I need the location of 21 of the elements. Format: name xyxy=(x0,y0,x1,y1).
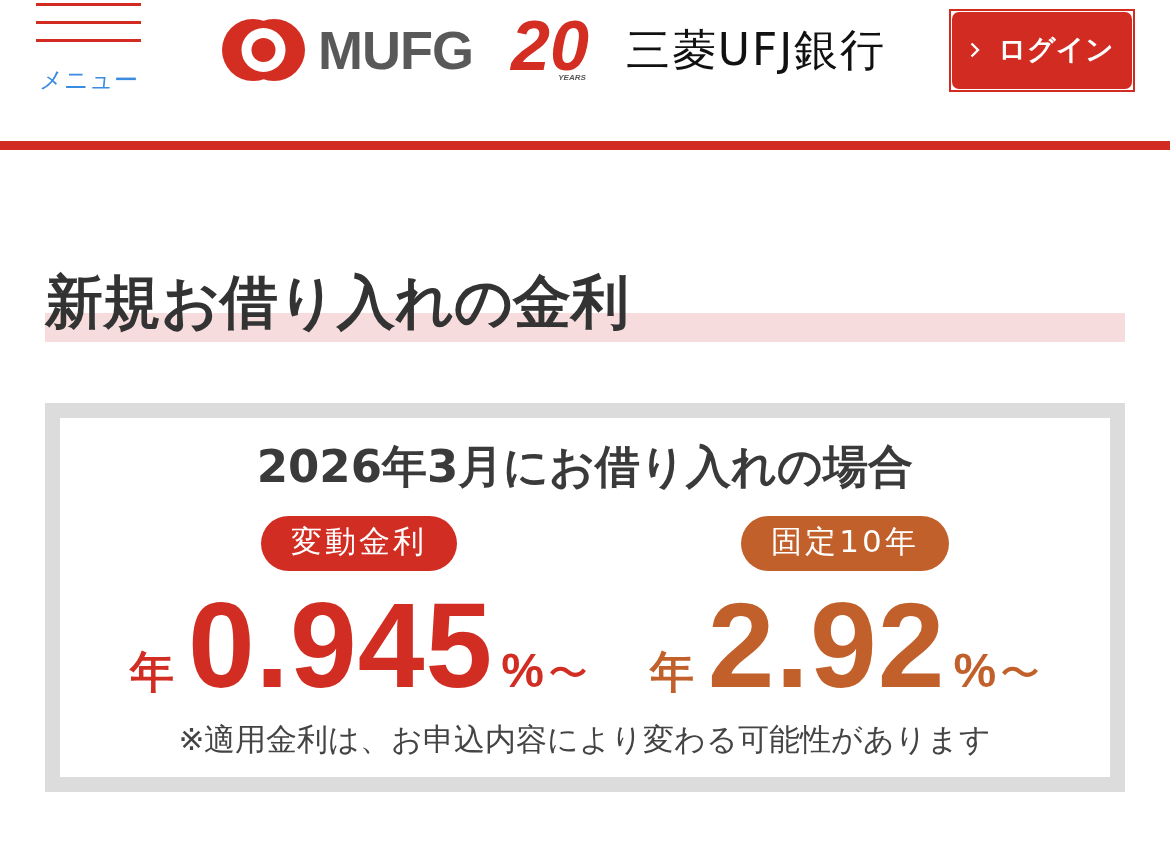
year-prefix: 年 xyxy=(129,650,174,694)
anniversary-number: 20 xyxy=(510,18,590,74)
rate-type-badge: 固定10年 xyxy=(741,516,949,571)
range-mark: 〜 xyxy=(1000,653,1041,693)
rate-type-badge: 変動金利 xyxy=(260,516,457,571)
bank-name: 三菱UFJ銀行 xyxy=(625,28,887,72)
percent-sign: % xyxy=(953,647,997,695)
menu-icon xyxy=(36,2,141,43)
logo-wordmark: MUFG xyxy=(318,23,473,77)
interest-rate-value: 2.92 xyxy=(707,585,946,705)
login-button[interactable]: ログイン xyxy=(949,8,1135,92)
chevron-right-icon xyxy=(970,42,980,58)
disclaimer-note: ※適用金利は、お申込内容により変わる可能性があります xyxy=(178,720,992,759)
ring-logo-icon xyxy=(222,19,305,81)
anniversary-caption: YEARS xyxy=(558,74,586,82)
percent-sign: % xyxy=(501,647,544,695)
menu-button[interactable]: メニュー xyxy=(36,0,141,92)
range-mark: 〜 xyxy=(547,653,588,693)
card-title: 2026年3月にお借り入れの場合 xyxy=(256,440,914,494)
interest-rate-value: 0.945 xyxy=(187,585,494,705)
year-prefix: 年 xyxy=(649,650,694,694)
